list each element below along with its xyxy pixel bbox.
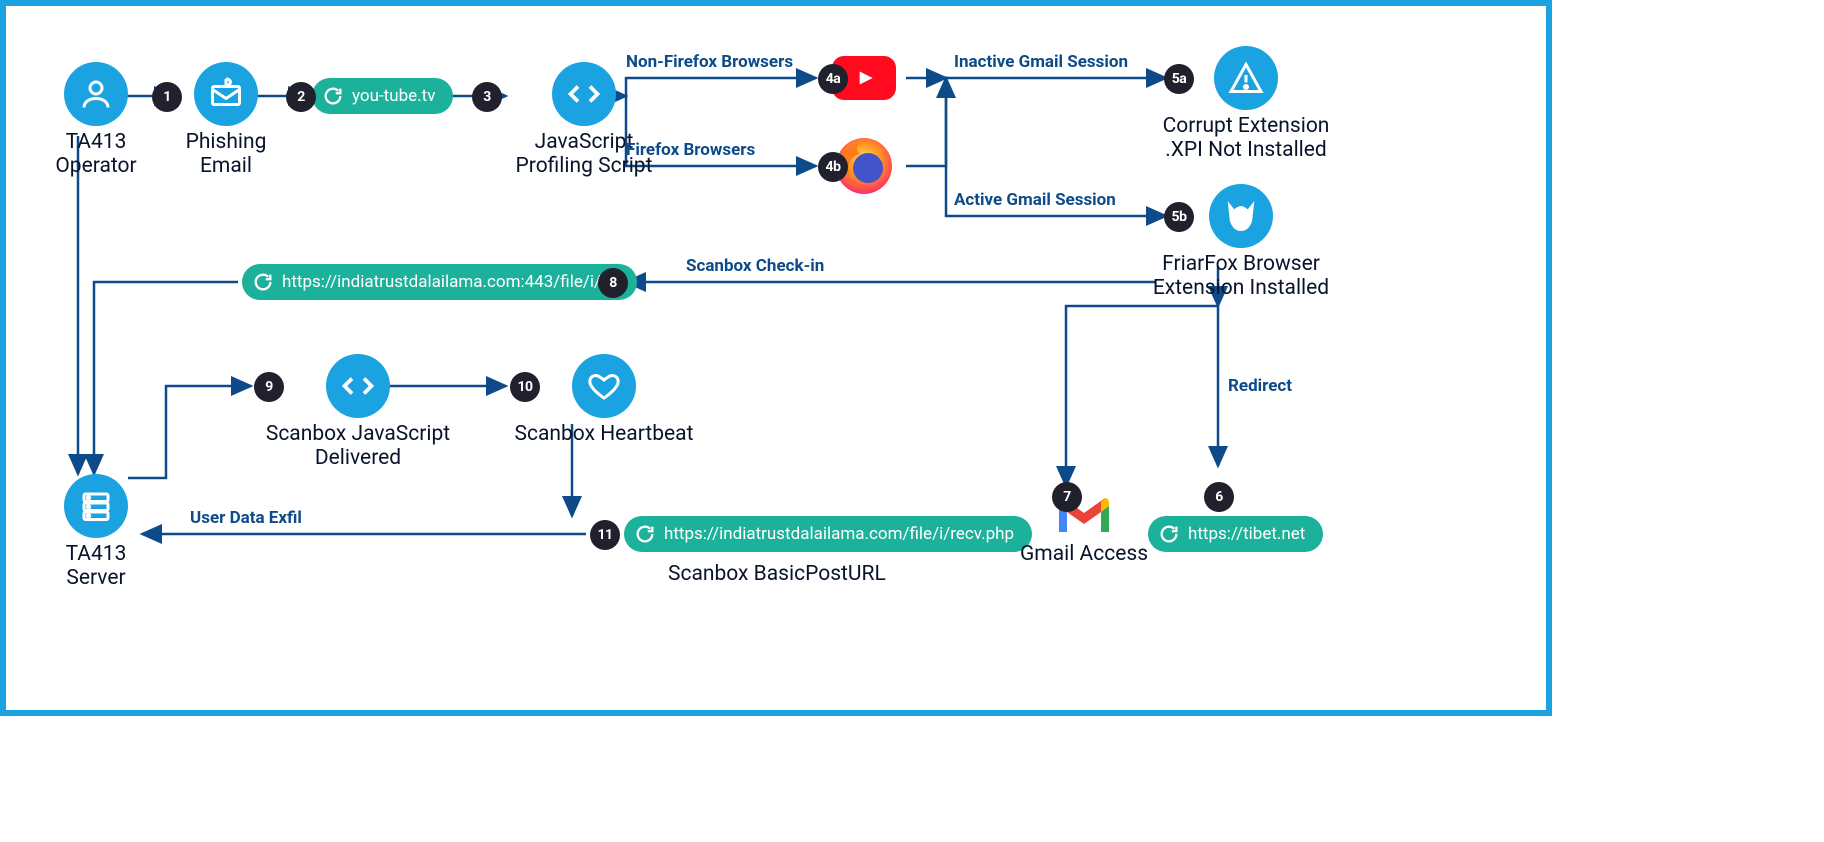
node-gmail: Gmail Access	[1014, 494, 1154, 566]
basicpost-label: Scanbox BasicPostURL	[668, 562, 886, 586]
server-icon	[64, 474, 128, 538]
friarfox-label: FriarFox BrowserExtension Installed	[1136, 252, 1346, 300]
gmail-label: Gmail Access	[1014, 542, 1154, 566]
refresh-icon	[634, 523, 656, 545]
badge-11: 11	[590, 520, 620, 550]
diagram-frame: TA413Operator PhishingEmail you-tube.tv …	[0, 0, 1552, 716]
corrupt-label: Corrupt Extension.XPI Not Installed	[1146, 114, 1346, 162]
operator-label: TA413Operator	[46, 130, 146, 178]
server-label: TA413Server	[46, 542, 146, 590]
edge-nonff: Non-Firefox Browsers	[626, 52, 793, 72]
node-phishing: PhishingEmail	[176, 62, 276, 178]
code-icon	[326, 354, 390, 418]
badge-1: 1	[152, 82, 182, 112]
user-icon	[64, 62, 128, 126]
heart-icon	[572, 354, 636, 418]
node-jsprofile: JavaScriptProfiling Script	[504, 62, 664, 178]
code-icon	[552, 62, 616, 126]
badge-3: 3	[472, 82, 502, 112]
node-heartbeat: Scanbox Heartbeat	[504, 354, 704, 446]
badge-2: 2	[286, 82, 316, 112]
node-server: TA413Server	[46, 474, 146, 590]
edge-exfil: User Data Exfil	[190, 508, 302, 528]
badge-5a: 5a	[1164, 64, 1194, 94]
refresh-icon	[322, 85, 344, 107]
url-checkin: https://indiatrustdalailama.com:443/file…	[242, 264, 637, 300]
badge-4b: 4b	[818, 152, 848, 182]
url-recv-text: https://indiatrustdalailama.com/file/i/r…	[664, 524, 1014, 544]
url-recv: https://indiatrustdalailama.com/file/i/r…	[624, 516, 1032, 552]
url-tibet-text: https://tibet.net	[1188, 524, 1305, 544]
url-youtubetv-text: you-tube.tv	[352, 86, 435, 106]
edge-inactive: Inactive Gmail Session	[954, 52, 1128, 72]
alert-icon	[1214, 46, 1278, 110]
phishing-icon	[194, 62, 258, 126]
badge-4a: 4a	[818, 64, 848, 94]
edge-active: Active Gmail Session	[954, 190, 1116, 210]
node-operator: TA413Operator	[46, 62, 146, 178]
edge-redirect: Redirect	[1228, 376, 1292, 396]
node-friarfox: FriarFox BrowserExtension Installed	[1136, 184, 1346, 300]
edge-scanbox: Scanbox Check-in	[686, 256, 824, 276]
badge-9: 9	[254, 372, 284, 402]
refresh-icon	[252, 271, 274, 293]
badge-7: 7	[1052, 482, 1082, 512]
phishing-label: PhishingEmail	[176, 130, 276, 178]
edge-ff: Firefox Browsers	[626, 140, 755, 160]
badge-10: 10	[510, 372, 540, 402]
url-youtubetv: you-tube.tv	[312, 78, 453, 114]
node-scanboxjs: Scanbox JavaScriptDelivered	[258, 354, 458, 470]
fox-icon	[1209, 184, 1273, 248]
badge-8: 8	[598, 268, 628, 298]
refresh-icon	[1158, 523, 1180, 545]
scanboxjs-label: Scanbox JavaScriptDelivered	[258, 422, 458, 470]
heartbeat-label: Scanbox Heartbeat	[504, 422, 704, 446]
badge-5b: 5b	[1164, 202, 1194, 232]
url-checkin-text: https://indiatrustdalailama.com:443/file…	[282, 272, 619, 292]
badge-6: 6	[1204, 482, 1234, 512]
url-tibet: https://tibet.net	[1148, 516, 1323, 552]
